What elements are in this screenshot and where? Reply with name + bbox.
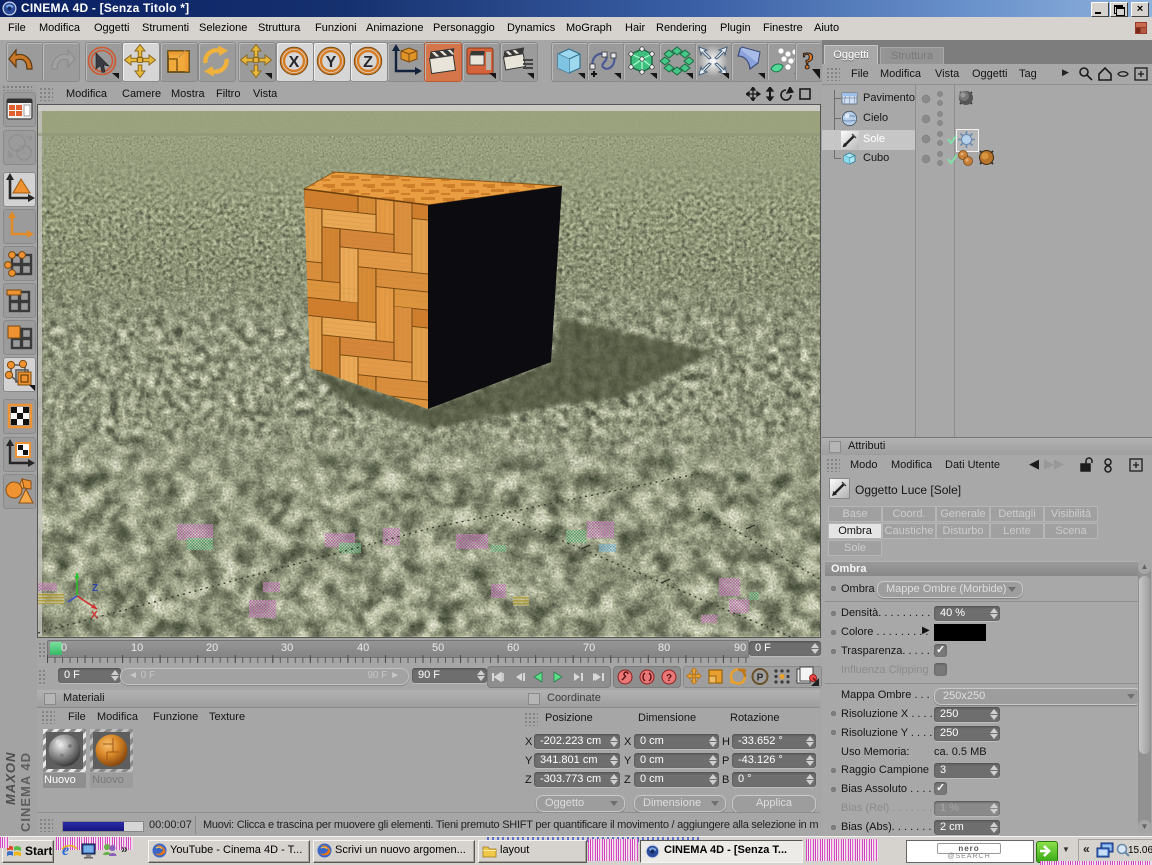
svg-text:Y: Y (326, 54, 337, 71)
svg-text:X: X (91, 610, 98, 621)
svg-text:P: P (757, 673, 764, 684)
svg-text:?: ? (666, 673, 672, 684)
svg-text:e: e (62, 842, 69, 859)
svg-text:X: X (289, 54, 300, 71)
svg-text:Z: Z (363, 54, 373, 71)
svg-text:Z: Z (92, 583, 98, 594)
svg-text:?: ? (802, 49, 814, 75)
